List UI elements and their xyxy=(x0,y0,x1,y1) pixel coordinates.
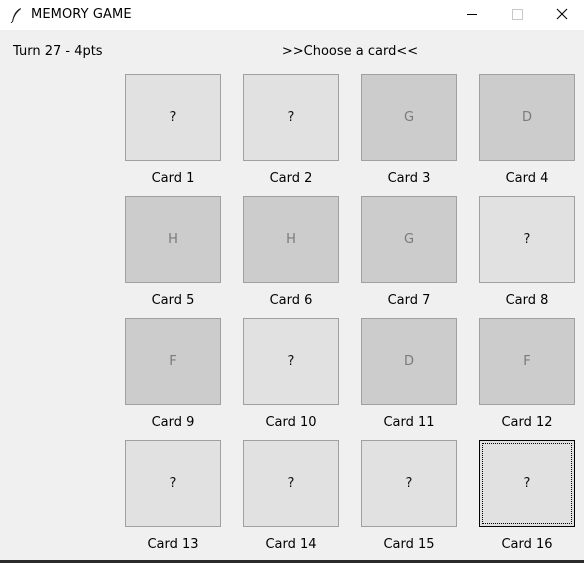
card-button-6[interactable]: H xyxy=(243,196,339,283)
card-button-1[interactable]: ? xyxy=(125,74,221,161)
card-label: Card 1 xyxy=(151,171,195,186)
card-face: ? xyxy=(169,110,177,125)
card-face: G xyxy=(403,110,415,125)
card-label: Card 5 xyxy=(151,293,195,308)
card-face: ? xyxy=(287,110,295,125)
card-label: Card 3 xyxy=(387,171,431,186)
card-button-2[interactable]: ? xyxy=(243,74,339,161)
card-label: Card 6 xyxy=(269,293,313,308)
card-button-15[interactable]: ? xyxy=(361,440,457,527)
card-button-16[interactable]: ? xyxy=(479,440,575,527)
card-face: ? xyxy=(405,476,413,491)
card-button-8[interactable]: ? xyxy=(479,196,575,283)
minimize-button[interactable] xyxy=(449,0,495,30)
card-button-11[interactable]: D xyxy=(361,318,457,405)
card-button-4[interactable]: D xyxy=(479,74,575,161)
card-button-3[interactable]: G xyxy=(361,74,457,161)
turn-score-label: Turn 27 - 4pts xyxy=(13,44,103,59)
card-label: Card 4 xyxy=(505,171,549,186)
title-bar[interactable]: MEMORY GAME xyxy=(0,0,584,30)
maximize-button[interactable] xyxy=(494,0,540,30)
card-face: D xyxy=(403,354,414,369)
card-button-12[interactable]: F xyxy=(479,318,575,405)
card-face: D xyxy=(521,110,532,125)
prompt-label: >>Choose a card<< xyxy=(281,44,419,59)
card-label: Card 12 xyxy=(501,415,553,430)
card-label: Card 2 xyxy=(269,171,313,186)
close-icon xyxy=(556,8,568,20)
card-button-5[interactable]: H xyxy=(125,196,221,283)
card-label: Card 10 xyxy=(265,415,317,430)
card-button-10[interactable]: ? xyxy=(243,318,339,405)
card-face: ? xyxy=(169,476,177,491)
feather-icon xyxy=(10,8,21,23)
card-face: ? xyxy=(287,476,295,491)
card-face: F xyxy=(523,354,531,369)
card-button-7[interactable]: G xyxy=(361,196,457,283)
card-label: Card 11 xyxy=(383,415,435,430)
card-label: Card 15 xyxy=(383,537,435,552)
window-title: MEMORY GAME xyxy=(31,7,132,22)
memory-game-window: MEMORY GAME Turn 27 - 4pts >>Choose a ca… xyxy=(0,0,584,563)
card-button-14[interactable]: ? xyxy=(243,440,339,527)
card-label: Card 14 xyxy=(265,537,317,552)
card-face: ? xyxy=(523,232,531,247)
card-face: H xyxy=(168,232,178,247)
card-button-9[interactable]: F xyxy=(125,318,221,405)
card-label: Card 7 xyxy=(387,293,431,308)
minimize-icon xyxy=(467,14,477,15)
card-label: Card 9 xyxy=(151,415,195,430)
card-label: Card 8 xyxy=(505,293,549,308)
card-face: G xyxy=(403,232,415,247)
card-face: ? xyxy=(523,476,531,491)
maximize-icon xyxy=(512,9,523,20)
card-button-13[interactable]: ? xyxy=(125,440,221,527)
card-face: F xyxy=(169,354,177,369)
card-label: Card 16 xyxy=(501,537,553,552)
card-label: Card 13 xyxy=(147,537,199,552)
close-button[interactable] xyxy=(538,0,584,30)
card-face: H xyxy=(286,232,296,247)
card-face: ? xyxy=(287,354,295,369)
